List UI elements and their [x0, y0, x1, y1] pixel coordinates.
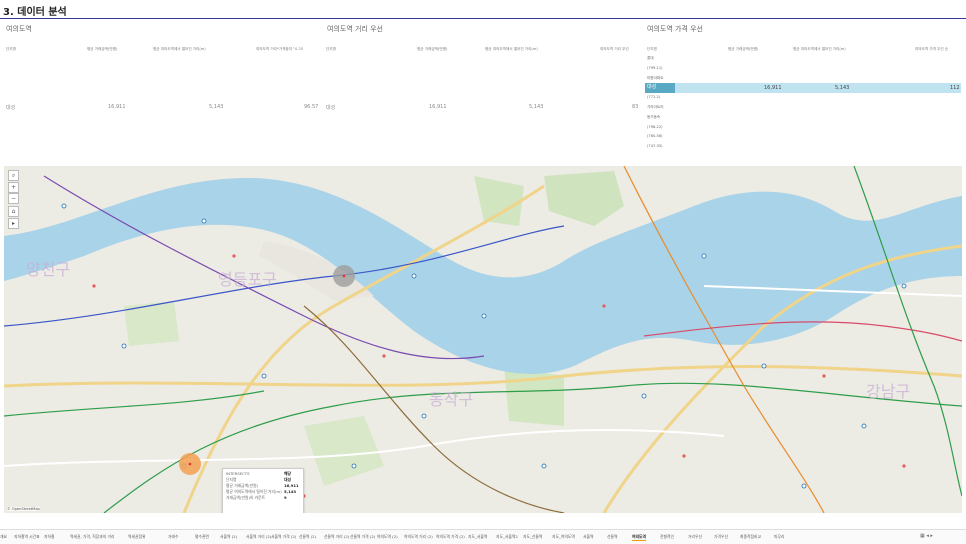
- table-row[interactable]: (799-11): [645, 64, 961, 74]
- tab-4[interactable]: 역세권점위: [128, 534, 145, 540]
- tab-24[interactable]: 거리우선: [688, 534, 702, 540]
- tab-23[interactable]: 전형적인: [660, 534, 674, 540]
- tab-16[interactable]: 지도_서울역: [468, 534, 487, 540]
- tab-1[interactable]: 지하철역 시간표: [14, 534, 40, 540]
- tab-7[interactable]: 서울역 (2): [220, 534, 237, 540]
- section-title-distance: 여의도역 거리 우선: [327, 25, 383, 33]
- tab-21[interactable]: 선릉역: [607, 534, 617, 540]
- district-label: 영등포구: [218, 270, 277, 289]
- column-header: 평균 여의도역에서 떨어진 거리(m): [485, 47, 538, 51]
- table-row[interactable]: 롯데: [645, 54, 961, 64]
- row-name: 대성: [645, 83, 675, 94]
- table-row[interactable]: 기라아트리: [645, 103, 961, 113]
- row-name: (771-2): [647, 95, 661, 100]
- row-price: 16,911: [764, 84, 782, 91]
- tab-9[interactable]: 서울역 가격 (2): [271, 534, 296, 540]
- tab-10[interactable]: 선릉역 (2): [299, 534, 316, 540]
- tab-18[interactable]: 지도_선릉역: [523, 534, 542, 540]
- column-header: 단지명: [326, 47, 336, 51]
- row-name: (747-35): [647, 144, 663, 149]
- home-icon[interactable]: ⌂: [8, 206, 19, 217]
- sheet-nav-icon[interactable]: ▦ ◂ ▸: [920, 533, 933, 539]
- table-row-selected[interactable]: 대성 16,911 5,143 112: [645, 83, 961, 94]
- tab-13[interactable]: 여의도역 (2): [377, 534, 398, 540]
- section-title-price: 여의도역 가격 우선: [647, 25, 703, 33]
- district-label: 강남구: [866, 382, 911, 401]
- table-row[interactable]: (760-58): [645, 132, 961, 142]
- district-label: 양천구: [26, 260, 71, 279]
- sheet-tab-bar: 개요 지하철역 시간표 지하철 역세권, 가격, 직장과의 거리 역세권점위 거래수 평수관…: [0, 529, 966, 544]
- tab-19[interactable]: 지도_여의도역: [552, 534, 575, 540]
- tab-17[interactable]: 지도_서울역2: [496, 534, 518, 540]
- table-row[interactable]: (771-2): [645, 93, 961, 103]
- tab-3[interactable]: 역세권, 가격, 직장과의 거리: [70, 534, 114, 540]
- table-row[interactable]: 동거동속: [645, 113, 961, 123]
- tab-14[interactable]: 여의도역 거리 (2): [404, 534, 433, 540]
- district-label: 동작구: [429, 390, 474, 409]
- row-name: 미원아파트: [647, 75, 664, 80]
- tab-11[interactable]: 선릉역 거리 (2): [324, 534, 349, 540]
- row-name: 롯데: [647, 56, 654, 60]
- column-header: 단지명: [647, 47, 657, 51]
- price-priority-table: 롯데 (799-11) 미원아파트 대성 16,911 5,143 112 (7…: [645, 54, 961, 152]
- row-score: 96.57: [304, 104, 319, 110]
- row-distance: 5,143: [529, 104, 544, 110]
- table-row[interactable]: 미원아파트: [645, 74, 961, 84]
- tab-27[interactable]: 마무리: [774, 534, 784, 540]
- column-header: 평균 거래금액(만원): [728, 47, 759, 51]
- row-name[interactable]: 대성: [326, 104, 335, 111]
- tab-5[interactable]: 거래수: [168, 534, 178, 540]
- table-row[interactable]: (798-22): [645, 123, 961, 133]
- column-header: 여의도역 거리 우선: [600, 47, 629, 51]
- tab-8[interactable]: 서울역 거리 (2): [246, 534, 271, 540]
- row-name[interactable]: 대성: [6, 104, 15, 111]
- column-header: 평균 여의도역에서 떨어진 거리(m): [793, 47, 846, 51]
- tab-15[interactable]: 여의도역 가격 (2): [436, 534, 465, 540]
- row-distance: 5,143: [835, 84, 850, 91]
- zoom-out-icon[interactable]: −: [8, 193, 19, 204]
- row-distance: 5,143: [209, 104, 224, 110]
- row-name: 기라아트리: [647, 104, 664, 109]
- tab-25[interactable]: 가격우선: [714, 534, 728, 540]
- row-name: (799-11): [647, 65, 663, 70]
- map-tooltip: INTERSECTS 해당 단지명 대성 평균 거래금액(만원) 16,911 평균 …: [222, 468, 304, 513]
- map-attribution[interactable]: © OpenStreetMap: [7, 507, 40, 511]
- tab-2[interactable]: 지하철: [44, 534, 54, 540]
- section-title-yeouido: 여의도역: [6, 25, 32, 33]
- search-icon[interactable]: ⌕: [8, 170, 19, 181]
- column-header: 평균 거래금액(만원): [417, 47, 448, 51]
- tab-12[interactable]: 선릉역 가격 (2): [350, 534, 375, 540]
- page-header: 3. 데이터 분석: [0, 0, 966, 19]
- tab-6[interactable]: 평수관련: [195, 534, 209, 540]
- tab-0[interactable]: 개요: [0, 534, 7, 540]
- expand-icon[interactable]: ▸: [8, 218, 19, 229]
- row-score: 83: [632, 104, 639, 110]
- tab-26[interactable]: 최종적점비교: [740, 534, 761, 540]
- map-canvas: [4, 166, 962, 513]
- column-header: 여의도역 거리*가격중치^0.25: [256, 47, 304, 51]
- tab-20[interactable]: 서울역: [583, 534, 593, 540]
- tooltip-row: 거래금액(만원)의 카운트 9: [226, 495, 287, 500]
- row-name: (798-22): [647, 124, 663, 129]
- row-name: (760-58): [647, 134, 663, 139]
- row-name: 동거동속: [647, 114, 661, 119]
- tab-22[interactable]: 여의도역: [632, 534, 646, 541]
- column-header: 단지명: [6, 47, 16, 51]
- map-view[interactable]: 양천구 영등포구 동작구 강남구 ⌕ + − ⌂ ▸ INTERSECTS 해당 …: [4, 166, 962, 513]
- page-title: 3. 데이터 분석: [3, 7, 67, 18]
- column-header: 여의도역 가격 우선 순: [915, 47, 949, 51]
- row-score: 112: [950, 84, 960, 91]
- row-price: 16,911: [429, 104, 447, 110]
- table-row[interactable]: (747-35): [645, 142, 961, 152]
- column-header: 평균 여의도역에서 떨어진 거리(m): [153, 47, 206, 51]
- zoom-in-icon[interactable]: +: [8, 182, 19, 193]
- column-header: 평균 거래금액(만원): [87, 47, 118, 51]
- row-price: 16,911: [108, 104, 126, 110]
